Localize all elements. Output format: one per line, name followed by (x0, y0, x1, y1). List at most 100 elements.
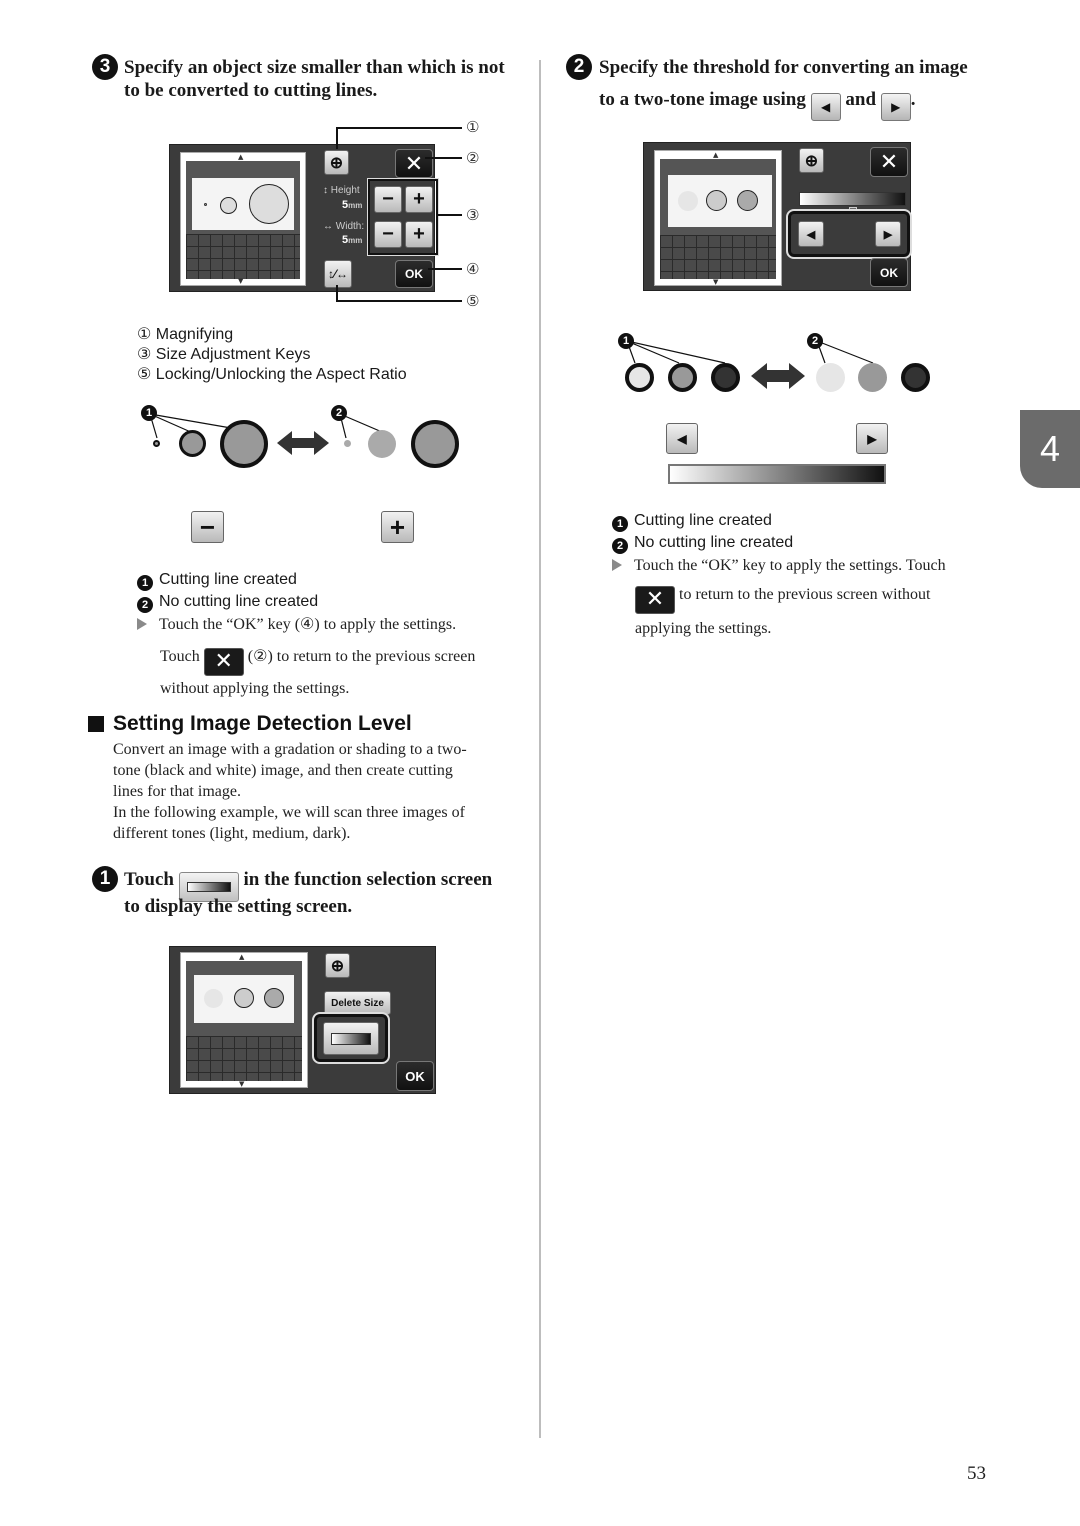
threshold-right-button[interactable]: ▶ (875, 221, 901, 247)
instructions-left: Touch the “OK” key (④) to apply the sett… (137, 614, 527, 699)
legend-item: 1 Cutting line created (137, 570, 318, 591)
light-circle-cut (625, 363, 654, 392)
scroll-up-icon[interactable]: ▲ (713, 151, 718, 159)
scanned-image (194, 975, 294, 1023)
mat-grid (186, 1036, 302, 1081)
scroll-down-icon[interactable]: ▼ (238, 277, 243, 285)
column-divider (539, 60, 541, 1438)
marker-1: 1 (141, 405, 157, 421)
width-minus-button[interactable]: − (374, 221, 402, 248)
large-circle-cut-2 (411, 420, 459, 468)
close-icon: ✕ (879, 149, 899, 174)
instruction-line: ✕ to return to the previous screen witho… (635, 584, 1012, 614)
section-body: Convert an image with a gradation or sha… (113, 739, 533, 844)
scroll-down-icon[interactable]: ▼ (713, 278, 718, 286)
mat-grid (186, 234, 300, 279)
step-number-badge: 2 (566, 54, 592, 80)
scroll-up-icon[interactable]: ▲ (238, 153, 243, 161)
height-plus-button[interactable]: + (405, 186, 433, 213)
legend-item: ⑤ Locking/Unlocking the Aspect Ratio (137, 366, 407, 383)
close-button[interactable]: ✕ (870, 147, 908, 177)
paragraph-line: In the following example, we will scan t… (113, 804, 465, 821)
section-title: Setting Image Detection Level (113, 712, 412, 735)
close-key-icon: ✕ (203, 647, 244, 676)
width-value: 5mm (342, 234, 363, 246)
right-arrow-key-icon: ▶ (880, 93, 911, 121)
instruction-line: without applying the settings. (160, 679, 350, 697)
close-key-icon: ✕ (635, 585, 675, 614)
mat-preview: ▲ ▼ (180, 152, 306, 286)
device-screen-threshold: ▲ ▼ ⊕ ✕ ◀ ▶ OK (643, 142, 912, 291)
chapter-tab[interactable]: 4 (1020, 410, 1080, 488)
callout-4: ④ (466, 260, 480, 278)
aspect-ratio-lock-button[interactable]: ↕⁄↔ (324, 260, 352, 288)
legend-item: 2 No cutting line created (137, 592, 318, 613)
scanned-image (192, 178, 294, 230)
ok-button[interactable]: OK (395, 260, 433, 288)
minus-key-illustration: − (191, 511, 224, 543)
threshold-diagram: 1 2 ◀ ▶ (605, 325, 945, 495)
close-button[interactable]: ✕ (395, 149, 433, 178)
instruction-line: Touch ✕ (②) to return to the previous sc… (160, 647, 476, 676)
magnify-icon: ⊕ (329, 154, 344, 172)
paragraph-line: tone (black and white) image, and then c… (113, 762, 453, 779)
magnify-button[interactable]: ⊕ (324, 150, 349, 175)
result-legend-right: 1 Cutting line created 2 No cutting line c… (612, 511, 793, 554)
legend-item: 1 Cutting line created (612, 511, 793, 532)
instruction-line: applying the settings. (635, 619, 772, 637)
size-adjustment-keys: − + − + (367, 178, 439, 256)
callout-1: ① (466, 118, 480, 136)
threshold-keys-frame: ◀ ▶ (786, 209, 912, 259)
close-icon: ✕ (404, 150, 424, 176)
instruction-line: Touch the “OK” key to apply the settings… (612, 555, 1012, 576)
step-number-badge: 1 (92, 866, 118, 892)
scroll-down-icon[interactable]: ▼ (239, 1080, 244, 1088)
delete-size-button[interactable]: Delete Size (324, 991, 391, 1015)
mat-preview: ▲ ▼ (180, 952, 308, 1088)
legend-item: ③ Size Adjustment Keys (137, 346, 311, 363)
step-3-line2: to be converted to cutting lines. (124, 80, 378, 101)
light-circle-uncut (816, 363, 845, 392)
marker-2: 2 (807, 333, 823, 349)
left-arrow-key-illustration: ◀ (666, 423, 698, 454)
threshold-left-button[interactable]: ◀ (798, 221, 824, 247)
scanned-image (668, 175, 772, 227)
mat-grid (660, 235, 776, 279)
instructions-right: Touch the “OK” key to apply the settings… (612, 555, 1012, 639)
paragraph-line: different tones (light, medium, dark). (113, 825, 351, 842)
small-circle-uncut (344, 440, 351, 447)
marker-2: 2 (331, 405, 347, 421)
step-number-badge: 3 (92, 54, 118, 80)
section-bullet-icon (88, 716, 104, 732)
dark-circle-cut-2 (901, 363, 930, 392)
ok-button[interactable]: OK (870, 258, 908, 287)
scroll-up-icon[interactable]: ▲ (239, 953, 244, 961)
device-screen-size-setting: ▲ ▼ ⊕ ✕ ↕ Height 5mm ↔ Width: 5mm − + − … (169, 144, 439, 292)
ok-button[interactable]: OK (396, 1061, 434, 1091)
left-arrow-key-icon: ◀ (810, 93, 841, 121)
legend-item: 2 No cutting line created (612, 533, 793, 554)
magnify-icon: ⊕ (804, 152, 819, 170)
gradient-icon (331, 1032, 371, 1045)
callout-2: ② (466, 149, 480, 167)
width-label: ↔ Width: (323, 221, 365, 232)
medium-circle-cut (179, 430, 206, 457)
height-minus-button[interactable]: − (374, 186, 402, 213)
step-2-line1: Specify the threshold for converting an … (599, 57, 968, 78)
diagram-leader-lines (626, 340, 874, 389)
magnify-button[interactable]: ⊕ (325, 953, 350, 978)
threshold-gradient-illustration (668, 464, 886, 484)
result-legend-left: 1 Cutting line created 2 No cutting line c… (137, 570, 318, 613)
detection-level-button[interactable] (323, 1022, 379, 1055)
callout-5: ⑤ (466, 292, 480, 310)
large-circle-cut (220, 420, 268, 468)
size-threshold-diagram: 1 2 − + (130, 400, 490, 560)
double-arrow-icon (277, 431, 329, 455)
step-3-line1: Specify an object size smaller than whic… (124, 57, 505, 78)
width-plus-button[interactable]: + (405, 221, 433, 248)
magnify-icon: ⊕ (330, 957, 345, 975)
height-value: 5mm (342, 199, 363, 211)
magnify-button[interactable]: ⊕ (799, 148, 824, 173)
threshold-gradient-bar (799, 192, 906, 206)
callout-3: ③ (466, 206, 480, 224)
